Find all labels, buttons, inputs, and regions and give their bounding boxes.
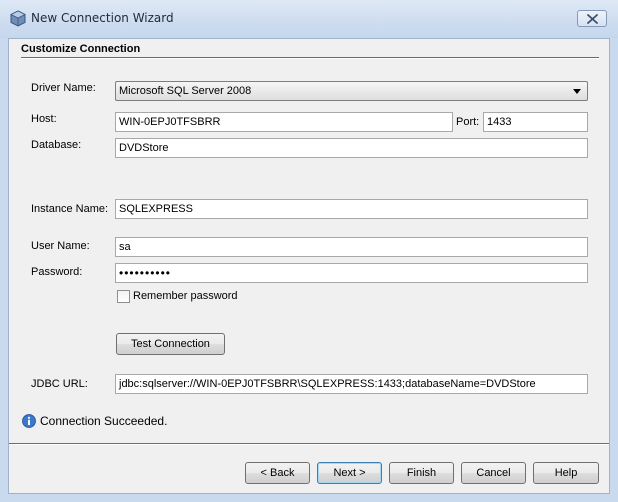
help-button[interactable]: Help — [533, 462, 599, 484]
driver-name-label: Driver Name: — [31, 82, 96, 94]
window-title: New Connection Wizard — [31, 11, 174, 25]
title-bar[interactable]: New Connection Wizard — [0, 0, 618, 38]
close-button[interactable] — [577, 10, 607, 27]
jdbc-url-label: JDBC URL: — [31, 378, 88, 390]
jdbc-url-input[interactable]: jdbc:sqlserver://WIN-0EPJ0TFSBRR\SQLEXPR… — [115, 374, 588, 394]
user-name-input[interactable]: sa — [115, 237, 588, 257]
remember-password-label[interactable]: Remember password — [133, 290, 238, 302]
host-label: Host: — [31, 113, 57, 125]
section-title: Customize Connection — [21, 43, 141, 55]
database-input[interactable]: DVDStore — [115, 138, 588, 158]
database-app-icon — [10, 10, 26, 27]
finish-button[interactable]: Finish — [389, 462, 454, 484]
cancel-button[interactable]: Cancel — [461, 462, 526, 484]
test-connection-button[interactable]: Test Connection — [116, 333, 225, 355]
user-name-label: User Name: — [31, 240, 90, 252]
remember-password-checkbox[interactable] — [117, 290, 130, 303]
instance-name-input[interactable]: SQLEXPRESS — [115, 199, 588, 219]
password-label: Password: — [31, 266, 83, 278]
connection-status-text: Connection Succeeded. — [40, 414, 168, 428]
driver-name-select[interactable]: Microsoft SQL Server 2008 — [115, 81, 588, 101]
back-button[interactable]: < Back — [245, 462, 310, 484]
password-input[interactable]: •••••••••• — [115, 263, 588, 283]
chevron-down-icon — [573, 89, 581, 94]
footer-divider-highlight — [9, 444, 609, 445]
port-input[interactable]: 1433 — [483, 112, 588, 132]
host-input[interactable]: WIN-0EPJ0TFSBRR — [115, 112, 453, 132]
port-label: Port: — [456, 116, 480, 128]
driver-name-value: Microsoft SQL Server 2008 — [119, 85, 252, 97]
next-button[interactable]: Next > — [317, 462, 382, 484]
close-icon — [587, 14, 598, 24]
database-label: Database: — [31, 139, 82, 151]
info-icon — [22, 414, 36, 428]
instance-name-label: Instance Name: — [31, 203, 109, 215]
section-divider-highlight — [21, 58, 599, 59]
